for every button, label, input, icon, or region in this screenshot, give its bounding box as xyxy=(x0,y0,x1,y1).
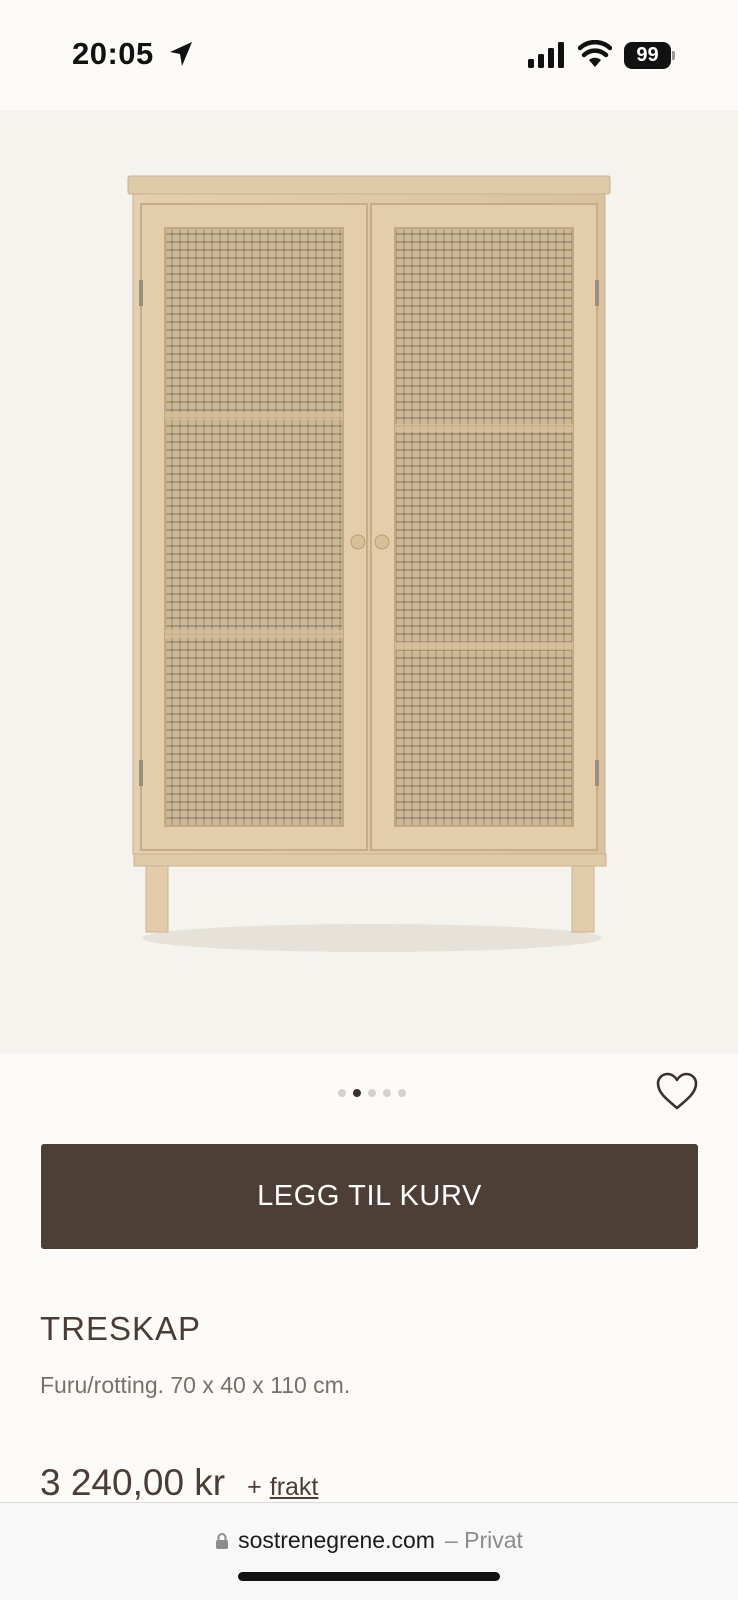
product-image[interactable] xyxy=(0,110,738,1054)
product-description: Furu/rotting. 70 x 40 x 110 cm. xyxy=(40,1372,351,1398)
location-arrow-icon xyxy=(170,42,192,66)
carousel-dot[interactable] xyxy=(368,1089,376,1097)
carousel-dot[interactable] xyxy=(383,1089,391,1097)
carousel-dot[interactable] xyxy=(338,1089,346,1097)
shipping-link[interactable]: frakt xyxy=(270,1473,319,1502)
add-to-cart-button[interactable]: LEGG TIL KURV xyxy=(41,1144,698,1249)
shipping-prefix: + xyxy=(247,1473,262,1501)
cabinet-illustration xyxy=(127,175,611,952)
status-time: 20:05 xyxy=(72,36,154,71)
carousel-dot-active[interactable] xyxy=(353,1089,361,1097)
battery-icon: 99 xyxy=(624,42,675,69)
wifi-icon xyxy=(578,40,612,67)
status-bar: 20:05 99 xyxy=(0,0,738,110)
url-row[interactable]: sostrenegrene.com – Privat xyxy=(0,1527,738,1554)
carousel-dots[interactable] xyxy=(338,1089,406,1099)
browser-address-bar[interactable]: sostrenegrene.com – Privat xyxy=(0,1502,738,1600)
home-indicator[interactable] xyxy=(238,1572,500,1581)
private-mode-label: – Privat xyxy=(444,1527,523,1553)
battery-level: 99 xyxy=(624,42,671,69)
lock-icon xyxy=(216,1532,229,1549)
url-domain[interactable]: sostrenegrene.com xyxy=(238,1527,435,1554)
product-title: TRESKAP xyxy=(40,1310,202,1347)
product-price: 3 240,00 kr xyxy=(40,1462,226,1503)
heart-icon[interactable] xyxy=(655,1071,699,1111)
signal-bars-icon xyxy=(528,42,564,68)
carousel-dot[interactable] xyxy=(398,1089,406,1097)
